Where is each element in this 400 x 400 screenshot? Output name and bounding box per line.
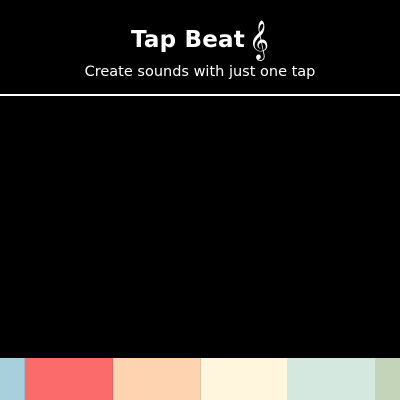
sound-pads [0,358,400,400]
sound-pad-2[interactable] [25,358,113,400]
app-title: Tap Beat [130,26,245,53]
app-subtitle: Create sounds with just one tap [84,64,316,80]
sound-pad-5[interactable] [288,358,376,400]
sound-pad-6[interactable] [376,358,400,400]
treble-clef-icon: 𝄞 [248,20,270,60]
tap-area[interactable] [0,96,400,358]
tap-beat-app: Tap Beat 𝄞 Create sounds with just one t… [0,0,400,400]
sound-pad-1[interactable] [0,358,25,400]
sound-pad-3[interactable] [113,358,201,400]
title-row: Tap Beat 𝄞 [0,20,400,60]
header: Tap Beat 𝄞 Create sounds with just one t… [0,0,400,96]
sound-pad-4[interactable] [201,358,288,400]
